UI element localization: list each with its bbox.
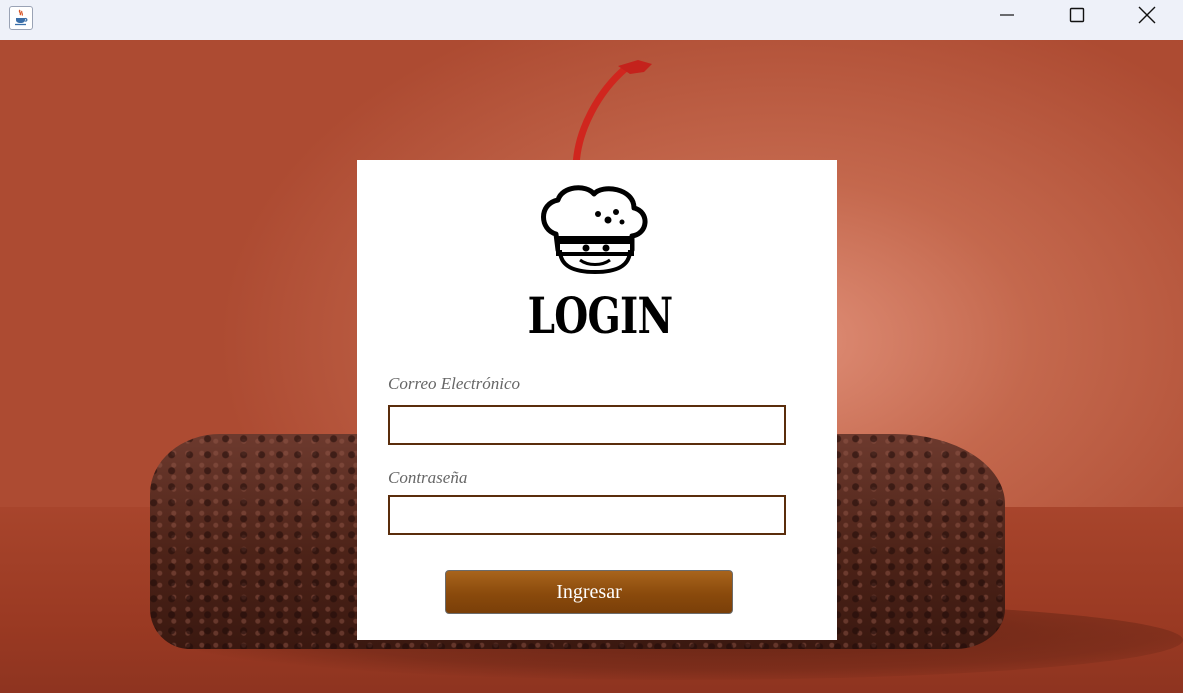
maximize-icon [1069,7,1085,28]
password-label: Contraseña [388,468,468,487]
login-submit-button[interactable]: Ingresar [445,570,733,614]
email-label: Correo Electrónico [388,374,521,393]
cherry-stem [572,60,652,170]
minimize-button[interactable] [984,0,1030,34]
java-cup-icon[interactable] [9,6,33,30]
minimize-icon [999,7,1015,28]
email-field[interactable] [388,405,786,445]
login-panel: LOGIN Correo Electrónico Contraseña Ingr… [357,160,837,640]
close-button[interactable] [1124,0,1170,34]
chef-hat-icon [541,185,648,275]
login-title: LOGIN [527,286,673,345]
password-field[interactable] [388,495,786,535]
window-title-bar [0,0,1183,40]
maximize-button[interactable] [1054,0,1100,34]
close-icon [1138,6,1156,29]
